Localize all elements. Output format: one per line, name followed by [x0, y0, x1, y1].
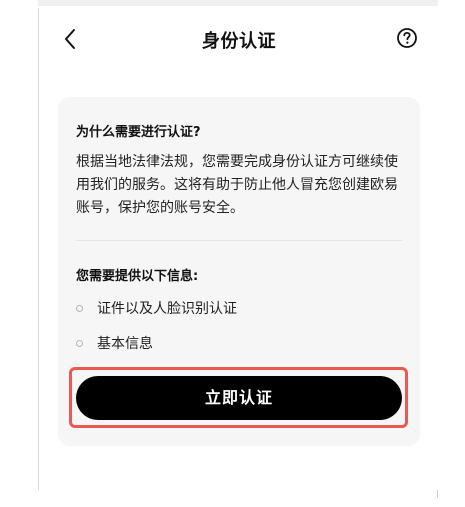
required-info-heading: 您需要提供以下信息: [76, 269, 199, 284]
top-strip [38, 0, 438, 6]
question-circle-icon [395, 28, 419, 54]
help-button[interactable] [395, 26, 419, 50]
bullet-icon [76, 339, 83, 347]
why-verify-description: 根据当地法律法规，您需要完成身份认证方可继续使用我们的服务。这将有助于防止他人冒… [76, 154, 398, 216]
card-divider [76, 240, 402, 241]
list-item: 基本信息 [76, 333, 153, 353]
list-item-label: 证件以及人脸识别认证 [97, 301, 237, 317]
page-header: 身份认证 [39, 20, 439, 62]
list-item-label: 基本信息 [97, 336, 153, 352]
list-item: 证件以及人脸识别认证 [76, 298, 237, 318]
scroll-edge-mark [437, 490, 438, 498]
left-edge-divider [38, 8, 39, 490]
why-verify-heading: 为什么需要进行认证? [76, 125, 201, 140]
verify-now-button[interactable]: 立即认证 [76, 376, 402, 420]
page-title: 身份认证 [202, 31, 276, 52]
bullet-icon [76, 304, 83, 312]
